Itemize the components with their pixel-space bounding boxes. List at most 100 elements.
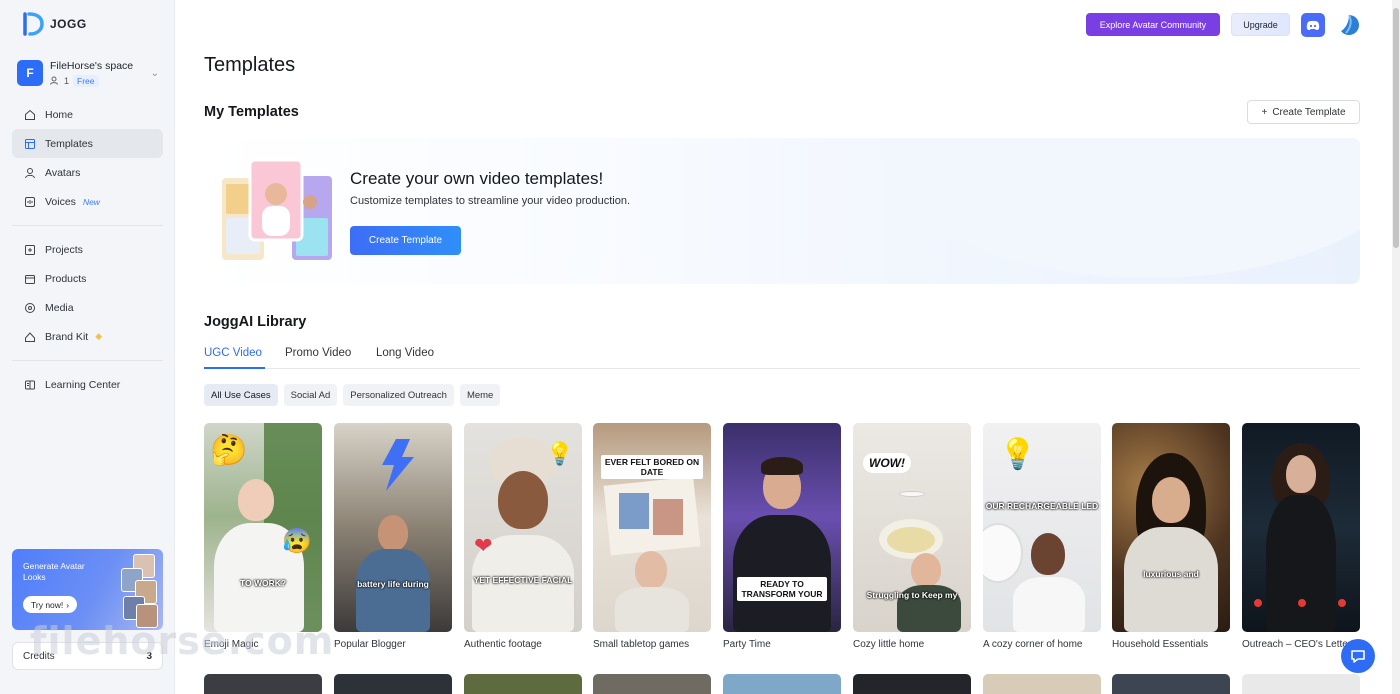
template-caption: luxurious and xyxy=(1143,569,1199,579)
new-badge: New xyxy=(82,196,100,207)
try-now-button[interactable]: Try now! › xyxy=(23,596,78,613)
sidebar-item-home[interactable]: Home xyxy=(12,100,163,129)
template-card[interactable] xyxy=(204,674,322,694)
worried-emoji-icon: 😰 xyxy=(282,528,312,555)
template-card[interactable]: READY TO TRANSFORM YOUR Party Time xyxy=(723,423,841,650)
chevron-down-icon: ⌄ xyxy=(150,67,159,79)
use-case-filters: All Use Cases Social Ad Personalized Out… xyxy=(204,384,501,406)
member-count: 1 xyxy=(64,75,70,86)
app-logo[interactable]: JOGG xyxy=(22,12,87,36)
template-card[interactable]: battery life during Popular Blogger xyxy=(334,423,452,650)
banner-subtitle: Customize templates to streamline your v… xyxy=(350,195,631,207)
lightbulb-icon: 💡 xyxy=(546,441,574,466)
sidebar-item-templates[interactable]: Templates xyxy=(12,129,163,158)
template-icon xyxy=(25,138,35,149)
template-caption: READY TO TRANSFORM YOUR xyxy=(737,577,827,601)
tab-promo-video[interactable]: Promo Video xyxy=(285,347,351,359)
premium-diamond-icon: ◆ xyxy=(95,331,103,341)
template-card[interactable]: luxurious and Household Essentials xyxy=(1112,423,1230,650)
sidebar-item-label: Voices xyxy=(45,195,76,208)
promo-thumbnails xyxy=(119,552,161,628)
template-caption: EVER FELT BORED ON DATE xyxy=(601,455,703,479)
filter-meme[interactable]: Meme xyxy=(459,384,501,406)
explore-community-button[interactable]: Explore Avatar Community xyxy=(1086,13,1220,36)
template-card[interactable] xyxy=(983,674,1101,694)
template-title: Party Time xyxy=(723,639,771,650)
template-thumbnail xyxy=(1242,423,1360,632)
library-title: JoggAI Library xyxy=(204,314,307,330)
template-thumbnail: WOW! Struggling to Keep my xyxy=(853,423,971,632)
banner-decoration xyxy=(880,138,1360,278)
sidebar-item-voices[interactable]: Voices New xyxy=(12,187,163,216)
filter-all-use-cases[interactable]: All Use Cases xyxy=(204,384,278,406)
template-title: Household Essentials xyxy=(1112,639,1209,650)
discord-button[interactable] xyxy=(1301,13,1325,37)
promo-title: Generate Avatar Looks xyxy=(23,561,85,582)
my-templates-title: My Templates xyxy=(204,104,299,120)
user-avatar[interactable] xyxy=(1336,12,1362,38)
thinking-emoji-icon: 🤔 xyxy=(210,434,248,467)
filehorse-watermark: filehorse.com xyxy=(30,619,335,663)
sidebar-item-label: Templates xyxy=(45,137,93,150)
brand-icon xyxy=(25,331,35,342)
template-card[interactable]: 💡 ❤ YET EFFECTIVE FACIAL Authentic foota… xyxy=(464,423,582,650)
generate-looks-promo[interactable]: Generate Avatar Looks Try now! › xyxy=(12,549,163,630)
sidebar-item-label: Products xyxy=(45,272,87,285)
sidebar-item-projects[interactable]: Projects xyxy=(12,235,163,264)
sidebar-item-label: Projects xyxy=(45,243,83,256)
template-card[interactable]: WOW! Struggling to Keep my Cozy little h… xyxy=(853,423,971,650)
template-caption: YET EFFECTIVE FACIAL xyxy=(473,575,573,585)
template-card[interactable]: 💡 OUR RECHARGEABLE LED A cozy corner of … xyxy=(983,423,1101,650)
template-card[interactable]: EVER FELT BORED ON DATE Small tabletop g… xyxy=(593,423,711,650)
page-scrollbar[interactable] xyxy=(1392,0,1400,694)
workspace-name: FileHorse's space xyxy=(50,59,134,72)
create-template-button[interactable]: + Create Template xyxy=(1247,100,1360,124)
project-icon xyxy=(25,244,35,255)
workspace-avatar: F xyxy=(17,60,43,86)
template-card[interactable] xyxy=(1242,674,1360,694)
plus-icon: + xyxy=(1261,106,1268,118)
chat-icon xyxy=(1351,650,1365,663)
wow-sticker: WOW! xyxy=(863,453,911,473)
jogg-logo-icon xyxy=(23,12,44,36)
profile-avatar-icon xyxy=(1341,14,1359,35)
book-icon xyxy=(25,380,35,389)
page-title: Templates xyxy=(204,54,296,76)
scrollbar-thumb[interactable] xyxy=(1393,8,1399,248)
lightning-icon xyxy=(382,439,414,491)
chevron-right-icon: › xyxy=(66,599,70,610)
template-card[interactable]: 🤔 😰 TO WORK? Emoji Magic xyxy=(204,423,322,650)
upgrade-button[interactable]: Upgrade xyxy=(1231,13,1290,36)
template-card[interactable] xyxy=(853,674,971,694)
workspace-switcher[interactable]: F FileHorse's space 1 Free ⌄ xyxy=(17,57,159,89)
template-caption: OUR RECHARGEABLE LED xyxy=(985,501,1099,511)
template-thumbnail: READY TO TRANSFORM YOUR xyxy=(723,423,841,632)
sidebar-item-media[interactable]: Media xyxy=(12,293,163,322)
template-thumbnail: luxurious and xyxy=(1112,423,1230,632)
template-caption: battery life during xyxy=(357,579,429,589)
template-card[interactable] xyxy=(334,674,452,694)
tab-ugc-video[interactable]: UGC Video xyxy=(204,347,262,359)
banner-create-template-button[interactable]: Create Template xyxy=(350,226,461,255)
sidebar-item-products[interactable]: Products xyxy=(12,264,163,293)
template-card[interactable] xyxy=(464,674,582,694)
plan-badge: Free xyxy=(73,74,99,87)
voice-icon xyxy=(25,196,35,207)
sidebar-item-avatars[interactable]: Avatars xyxy=(12,158,163,187)
template-card[interactable] xyxy=(593,674,711,694)
sidebar-item-brand-kit[interactable]: Brand Kit ◆ xyxy=(12,322,163,351)
tab-long-video[interactable]: Long Video xyxy=(376,347,434,359)
template-card[interactable]: Outreach – CEO's Letter xyxy=(1242,423,1360,650)
template-thumbnail: 💡 ❤ YET EFFECTIVE FACIAL xyxy=(464,423,582,632)
template-title: Authentic footage xyxy=(464,639,542,650)
filter-social-ad[interactable]: Social Ad xyxy=(283,384,338,406)
filter-personalized-outreach[interactable]: Personalized Outreach xyxy=(343,384,454,406)
chat-support-button[interactable] xyxy=(1341,639,1375,673)
template-card[interactable] xyxy=(723,674,841,694)
template-thumbnail: battery life during xyxy=(334,423,452,632)
template-collage-illustration xyxy=(222,158,332,260)
discord-icon xyxy=(1306,20,1320,30)
template-title: Cozy little home xyxy=(853,639,925,650)
sidebar-item-learning-center[interactable]: Learning Center xyxy=(12,370,163,399)
template-card[interactable] xyxy=(1112,674,1230,694)
